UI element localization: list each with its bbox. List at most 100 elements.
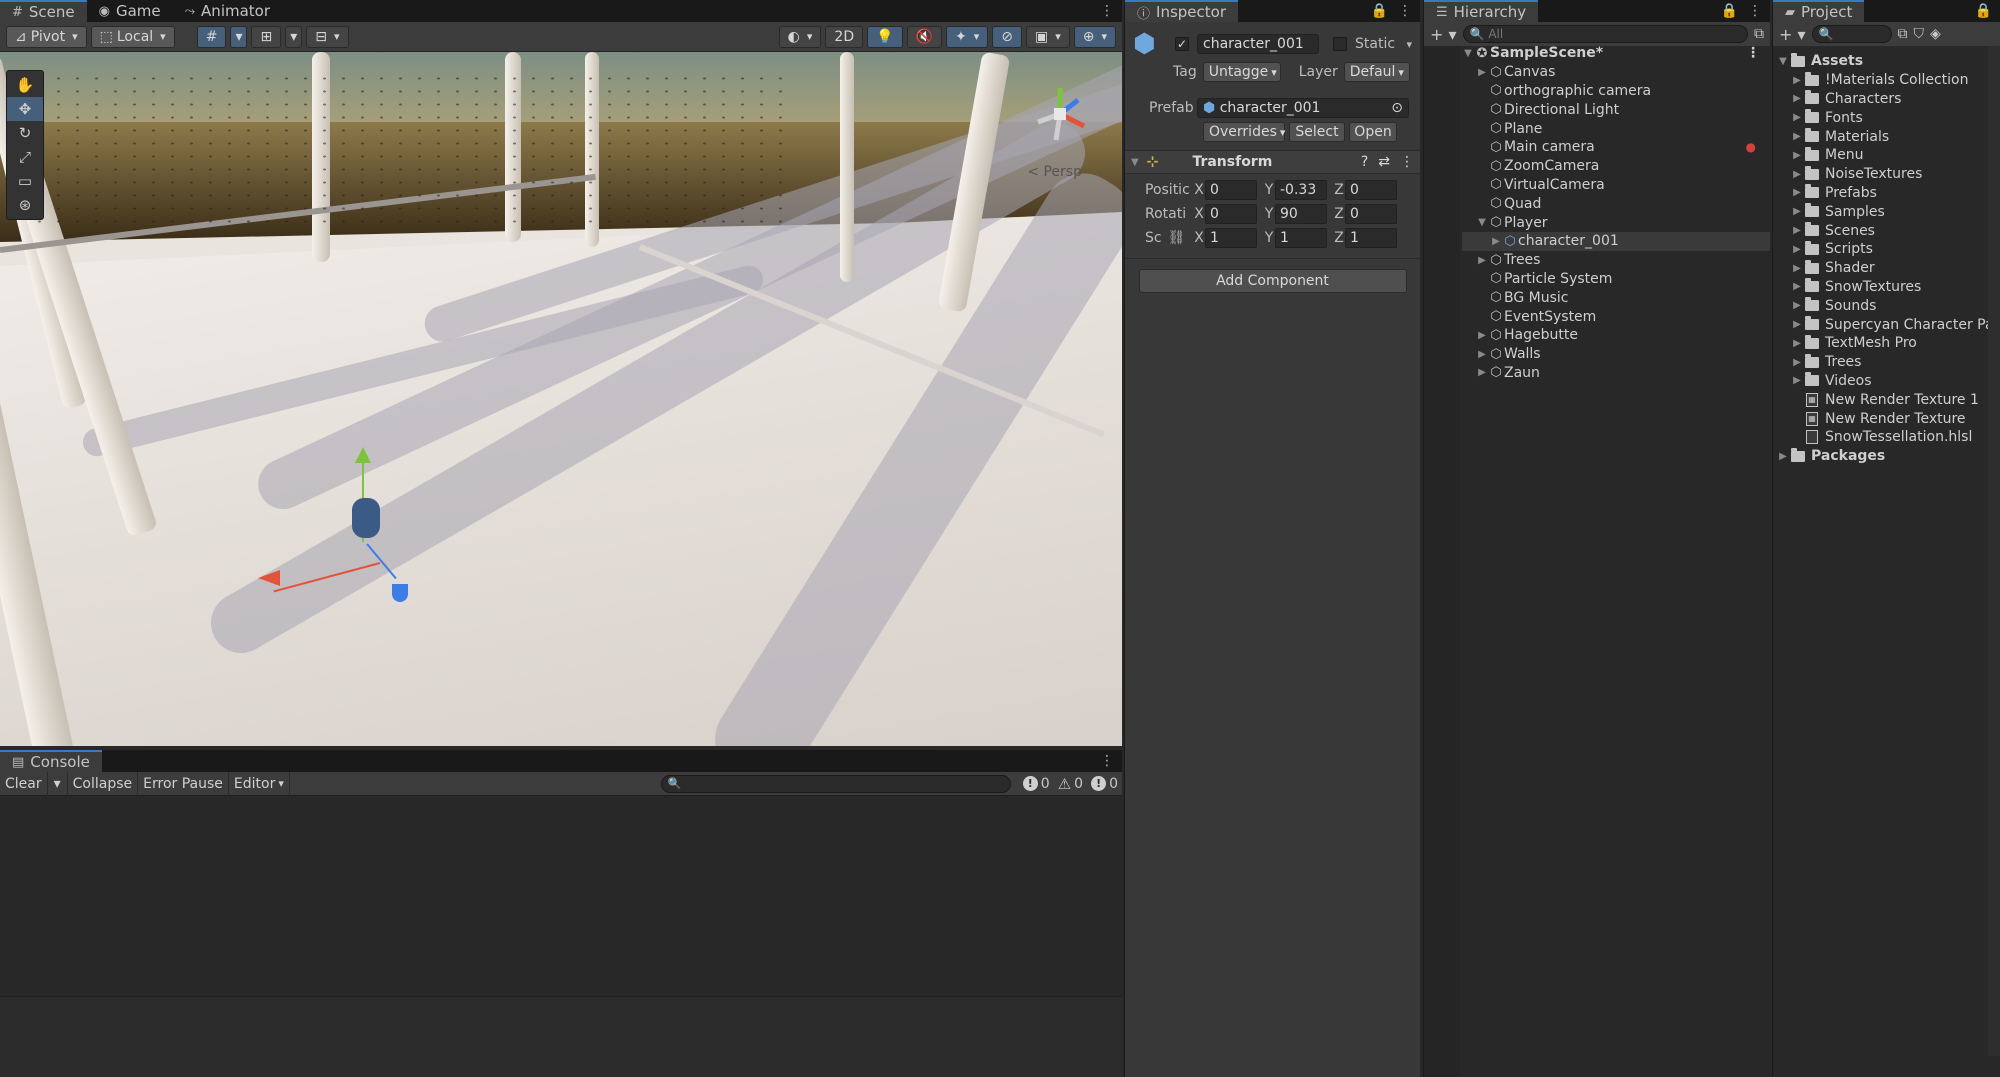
info-count-toggle[interactable]: ! 0 [1019,776,1054,792]
scale-tool-icon[interactable]: ⤢ [7,145,43,169]
select-button[interactable]: Select [1289,122,1345,142]
expand-triangle-icon[interactable]: ▶ [1791,131,1803,142]
transform-header[interactable]: ▼ ⊹ Transform ? ⇄ ⋮ [1125,150,1420,174]
project-folder[interactable]: ▶ Shader [1777,259,2000,278]
audio-toggle[interactable]: 🔇 [906,25,942,48]
prefab-field[interactable]: ⬢ character_001 ⊙ [1197,98,1409,118]
expand-triangle-icon[interactable]: ▶ [1791,150,1803,161]
help-icon[interactable]: ? [1361,154,1368,170]
expand-triangle-icon[interactable]: ▶ [1476,67,1488,78]
hierarchy-item[interactable]: ⬡ Main camera ● [1462,138,1770,157]
expand-triangle-icon[interactable]: ▶ [1791,75,1803,86]
project-folder[interactable]: ▶ Scenes [1777,221,2000,240]
expand-triangle-icon[interactable]: ▼ [1777,56,1789,67]
hierarchy-item[interactable]: ⬡ Directional Light [1462,100,1770,119]
constrain-link-icon[interactable]: ⛓ [1168,230,1186,246]
rotate-tool-icon[interactable]: ↻ [7,121,43,145]
rotation-z-field[interactable]: 0 [1345,204,1397,224]
collapse-button[interactable]: Collapse [68,771,139,796]
2d-toggle[interactable]: 2D [825,25,864,48]
align-dropdown[interactable]: ⊟ [306,25,349,48]
overrides-dropdown[interactable]: Overrides [1203,122,1285,142]
move-tool-icon[interactable]: ✥ [7,97,43,121]
expand-triangle-icon[interactable]: ▶ [1791,93,1803,104]
effects-dropdown[interactable]: ✦ [945,25,989,48]
expand-triangle-icon[interactable]: ▶ [1791,244,1803,255]
expand-triangle-icon[interactable]: ▶ [1791,225,1803,236]
favorites-icon[interactable]: ◈ [1930,26,1941,42]
project-folder[interactable]: ▶ Scripts [1777,240,2000,259]
position-y-field[interactable]: -0.33 [1275,180,1327,200]
lock-icon[interactable]: 🔒 [1371,3,1388,19]
transform-tool-icon[interactable]: ⊛ [7,193,43,217]
camera-dropdown[interactable]: ▣ [1025,25,1070,48]
scale-x-field[interactable]: 1 [1205,228,1257,248]
project-folder[interactable]: ▶ Prefabs [1777,184,2000,203]
player-character[interactable] [352,498,380,538]
expand-triangle-icon[interactable]: ▶ [1791,319,1803,330]
tab-inspector[interactable]: ⓘ Inspector [1125,0,1238,22]
project-folder[interactable]: ▶ Menu [1777,146,2000,165]
hierarchy-item[interactable]: ▶ ⬡ character_001 [1462,231,1770,251]
project-folder[interactable]: ▶ Trees [1777,353,2000,372]
rotation-x-field[interactable]: 0 [1205,204,1257,224]
component-menu-icon[interactable]: ⋮ [1400,154,1414,170]
move-gizmo-x-arrow[interactable] [258,570,280,586]
create-plus-dropdown[interactable]: + ▾ [1430,25,1457,44]
scene-menu-icon[interactable]: ⋮ [1092,0,1122,22]
layer-dropdown[interactable]: Defaul [1343,62,1410,82]
project-search-input[interactable]: 🔍 [1811,25,1892,43]
project-file[interactable]: ▦ New Render Texture [1777,409,2000,428]
move-gizmo-y-arrow[interactable] [355,447,371,463]
preset-icon[interactable]: ⇄ [1378,154,1390,170]
search-by-label-icon[interactable]: ⛉ [1914,26,1925,42]
tab-game[interactable]: ◉ Game [87,0,173,22]
scene-root-row[interactable]: ▼ ✪ SampleScene* ⋮ [1462,44,1770,63]
project-folder[interactable]: ▶ TextMesh Pro [1777,334,2000,353]
scene-menu-icon[interactable]: ⋮ [1746,45,1770,61]
hierarchy-item[interactable]: ▶ ⬡ Canvas [1462,63,1770,82]
active-checkbox[interactable]: ✓ [1175,37,1189,51]
tag-dropdown[interactable]: Untagge [1202,62,1281,82]
pivot-dropdown[interactable]: ⊿ Pivot [6,25,87,48]
scale-z-field[interactable]: 1 [1345,228,1397,248]
tab-console[interactable]: ▤ Console [0,750,102,772]
console-log-list[interactable] [0,796,1122,996]
hierarchy-item[interactable]: ⬡ Quad [1462,194,1770,213]
hierarchy-item[interactable]: ▶ ⬡ Hagebutte [1462,326,1770,345]
hierarchy-item[interactable]: ▼ ⬡ Player [1462,213,1770,232]
tab-scene[interactable]: # Scene [0,0,87,22]
hierarchy-menu-icon[interactable]: ⋮ [1748,3,1762,19]
expand-triangle-icon[interactable]: ▶ [1476,367,1488,378]
expand-triangle-icon[interactable]: ▶ [1476,255,1488,266]
collapse-triangle-icon[interactable]: ▼ [1131,157,1139,168]
project-folder[interactable]: ▶ !Materials Collection [1777,71,2000,90]
lighting-toggle[interactable]: 💡 [867,25,903,48]
expand-triangle-icon[interactable]: ▶ [1791,357,1803,368]
hierarchy-item[interactable]: ⬡ BG Music [1462,288,1770,307]
error-pause-button[interactable]: Error Pause [138,771,229,796]
hierarchy-item[interactable]: ⬡ VirtualCamera [1462,176,1770,195]
project-folder[interactable]: ▶ Samples [1777,202,2000,221]
assets-root-row[interactable]: ▼ Assets [1777,52,2000,71]
rect-tool-icon[interactable]: ▭ [7,169,43,193]
move-gizmo-z-arrow[interactable] [392,584,408,602]
tab-project[interactable]: ▰ Project [1773,0,1865,22]
grid-snap-dropdown[interactable]: ▾ [230,25,248,48]
error-count-toggle[interactable]: ! 0 [1087,776,1122,792]
console-detail-area[interactable] [0,997,1122,1077]
project-file[interactable]: ▦ New Render Texture 1 [1777,390,2000,409]
console-menu-icon[interactable]: ⋮ [1092,750,1122,772]
expand-triangle-icon[interactable]: ▶ [1791,375,1803,386]
hand-tool-icon[interactable]: ✋ [7,73,43,97]
project-folder[interactable]: ▶ Fonts [1777,108,2000,127]
expand-triangle-icon[interactable]: ▶ [1791,300,1803,311]
orientation-gizmo[interactable] [1028,82,1092,146]
expand-triangle-icon[interactable]: ▶ [1490,236,1502,247]
projection-label[interactable]: < Persp [1027,164,1082,180]
create-plus-dropdown[interactable]: + ▾ [1779,25,1806,44]
expand-triangle-icon[interactable]: ▼ [1462,48,1474,59]
hierarchy-item[interactable]: ▶ ⬡ Walls [1462,345,1770,364]
expand-triangle-icon[interactable]: ▶ [1791,112,1803,123]
expand-triangle-icon[interactable]: ▶ [1791,206,1803,217]
